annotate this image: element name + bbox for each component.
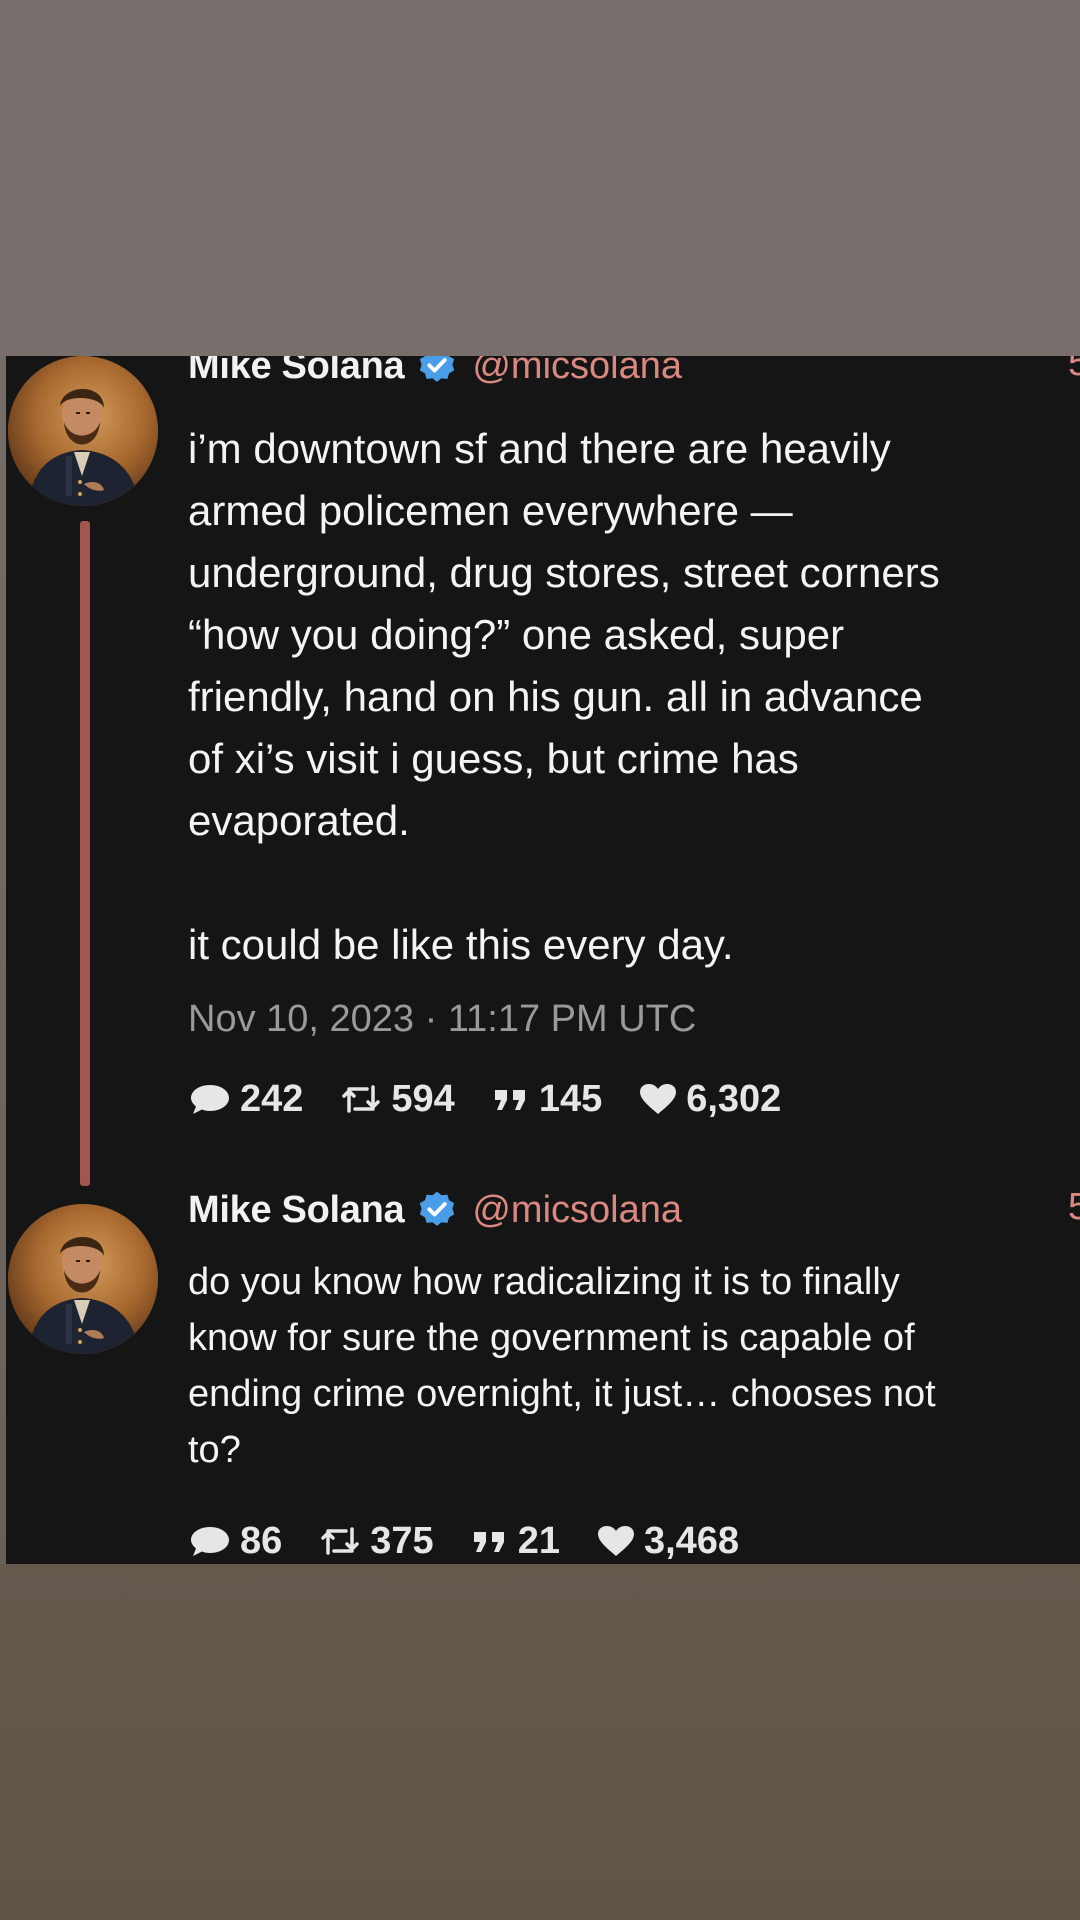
heart-icon bbox=[638, 1082, 678, 1116]
heart-icon bbox=[596, 1524, 636, 1558]
tweet-text-line: know for sure the government is capable … bbox=[188, 1317, 915, 1359]
author-name[interactable]: Mike Solana bbox=[188, 1189, 405, 1232]
tweet-text-line: of xi’s visit i guess, but crime has bbox=[188, 735, 799, 782]
quote-icon bbox=[491, 1084, 531, 1114]
retweet-count: 375 bbox=[370, 1519, 434, 1562]
clipped-date: 5 bbox=[1068, 356, 1080, 384]
tweet-text-line: ending crime overnight, it just… chooses… bbox=[188, 1373, 936, 1415]
reply-button[interactable]: 242 bbox=[188, 1078, 303, 1121]
tweet-timestamp[interactable]: Nov 10, 2023 · 11:17 PM UTC bbox=[188, 998, 696, 1041]
tweet-actions: 86 375 21 3,468 bbox=[188, 1516, 775, 1564]
quote-button[interactable]: 145 bbox=[491, 1078, 602, 1121]
tweet-thread-card: Mike Solana @micsolana 5 i’m downtown sf… bbox=[6, 356, 1080, 1564]
top-background bbox=[0, 0, 1080, 356]
tweet-text-line: to? bbox=[188, 1429, 241, 1471]
portrait-avatar-icon bbox=[8, 356, 158, 506]
verified-badge-icon bbox=[416, 1189, 458, 1231]
reply-count: 86 bbox=[240, 1519, 283, 1562]
author-handle[interactable]: @micsolana bbox=[472, 356, 682, 388]
tweet-header: Mike Solana @micsolana bbox=[188, 1186, 682, 1234]
tweet-text-line: friendly, hand on his gun. all in advanc… bbox=[188, 673, 923, 720]
tweet-header: Mike Solana @micsolana bbox=[188, 356, 682, 390]
reply-button[interactable]: 86 bbox=[188, 1520, 282, 1563]
retweet-button[interactable]: 594 bbox=[339, 1077, 455, 1121]
tweet-text-line: do you know how radicalizing it is to fi… bbox=[188, 1261, 900, 1303]
portrait-avatar-icon bbox=[8, 1204, 158, 1354]
tweet-text-line: evaporated. bbox=[188, 797, 410, 844]
tweet-text: do you know how radicalizing it is to fi… bbox=[188, 1254, 1080, 1478]
tweet-text-line: i’m downtown sf and there are heavily bbox=[188, 425, 891, 472]
tweet-actions: 242 594 145 6,302 bbox=[188, 1074, 817, 1124]
retweet-count: 594 bbox=[391, 1077, 455, 1120]
quote-icon bbox=[470, 1526, 510, 1556]
like-count: 3,468 bbox=[643, 1519, 740, 1562]
tweet-text: i’m downtown sf and there are heavily ar… bbox=[188, 418, 1080, 976]
quote-count: 21 bbox=[517, 1519, 560, 1562]
tweet-text-line: it could be like this every day. bbox=[188, 921, 734, 968]
author-name[interactable]: Mike Solana bbox=[188, 356, 405, 388]
avatar[interactable] bbox=[8, 356, 158, 506]
quote-count: 145 bbox=[538, 1077, 603, 1120]
retweet-icon bbox=[339, 1083, 383, 1115]
paragraph-break bbox=[188, 852, 1080, 914]
clipped-date: 5 bbox=[1068, 1186, 1080, 1228]
like-button[interactable]: 6,302 bbox=[638, 1078, 781, 1121]
reply-count: 242 bbox=[240, 1077, 304, 1120]
tweet-text-line: “how you doing?” one asked, super bbox=[188, 611, 845, 658]
avatar[interactable] bbox=[8, 1204, 158, 1354]
like-count: 6,302 bbox=[686, 1077, 782, 1120]
retweet-button[interactable]: 375 bbox=[318, 1519, 434, 1563]
tweet[interactable]: Mike Solana @micsolana 5 do you know how… bbox=[6, 1186, 1080, 1564]
reply-icon bbox=[188, 1081, 232, 1117]
reply-icon bbox=[188, 1523, 232, 1559]
bottom-background bbox=[0, 1564, 1080, 1920]
tweet[interactable]: Mike Solana @micsolana 5 i’m downtown sf… bbox=[6, 356, 1080, 1186]
thread-connector-line bbox=[80, 521, 90, 1186]
verified-badge-icon bbox=[416, 356, 458, 387]
author-handle[interactable]: @micsolana bbox=[472, 1189, 682, 1232]
tweet-text-line: armed policemen everywhere — bbox=[188, 487, 793, 534]
quote-button[interactable]: 21 bbox=[470, 1520, 560, 1563]
tweet-text-line: underground, drug stores, street corners bbox=[188, 549, 940, 596]
like-button[interactable]: 3,468 bbox=[596, 1520, 739, 1563]
retweet-icon bbox=[318, 1525, 362, 1557]
